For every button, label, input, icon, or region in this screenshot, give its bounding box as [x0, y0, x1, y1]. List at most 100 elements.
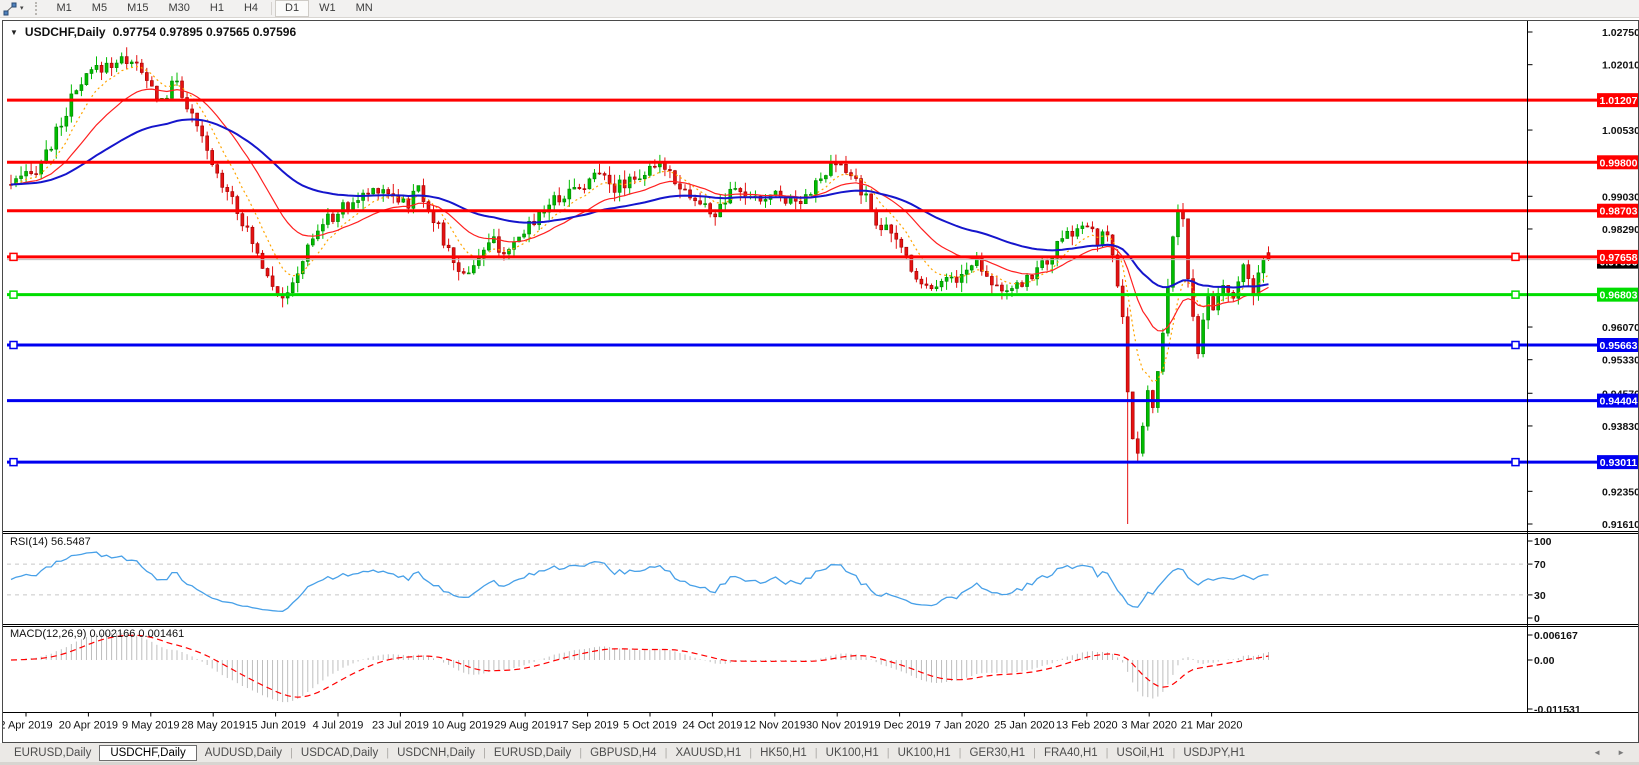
chart-title: ▼ USDCHF,Daily 0.97754 0.97895 0.97565 0… — [10, 25, 296, 39]
date-tick-label: 25 Jan 2020 — [994, 720, 1055, 732]
macd-indicator-label: MACD(12,26,9) 0.002166 0.001461 — [10, 628, 184, 640]
date-tick-label: 5 Oct 2019 — [623, 720, 677, 732]
price-tick-label: 0.91610 — [1602, 519, 1638, 531]
tab-eurusd-daily[interactable]: EURUSD,Daily — [486, 745, 579, 761]
ma-8-line — [11, 67, 1269, 382]
price-tick-label: 0.98290 — [1602, 224, 1638, 236]
chevron-down-icon: ▾ — [20, 1, 24, 16]
date-tick-label: 24 Oct 2019 — [682, 720, 742, 732]
timeframe-button-m5[interactable]: M5 — [82, 0, 117, 17]
line-handle[interactable] — [1512, 291, 1519, 298]
svg-text:0.93011: 0.93011 — [1600, 457, 1638, 469]
date-tick-label: 21 Mar 2020 — [1181, 720, 1243, 732]
mt4-platform: { "toolbar": { "line_studies_icon": "lin… — [0, 0, 1639, 765]
tab-uk100-h1[interactable]: UK100,H1 — [890, 745, 959, 761]
timeframe-button-w1[interactable]: W1 — [309, 0, 346, 17]
tab-audusd-daily[interactable]: AUDUSD,Daily — [197, 745, 290, 761]
date-tick-label: 13 Feb 2020 — [1056, 720, 1118, 732]
chart-ohlc-values: 0.97754 0.97895 0.97565 0.97596 — [113, 25, 297, 39]
tab-ger30-h1[interactable]: GER30,H1 — [962, 745, 1034, 761]
date-tick-label: 23 Jul 2019 — [372, 720, 429, 732]
date-tick-label: 20 Apr 2019 — [59, 720, 118, 732]
timeframe-button-m15[interactable]: M15 — [117, 0, 158, 17]
date-tick-label: 30 Nov 2019 — [806, 720, 868, 732]
line-handle[interactable] — [10, 291, 17, 298]
svg-text:1.01207: 1.01207 — [1600, 95, 1638, 107]
tab-eurusd-daily[interactable]: EURUSD,Daily — [6, 745, 99, 761]
tab-uk100-h1[interactable]: UK100,H1 — [818, 745, 887, 761]
chart-tabs: EURUSD,DailyUSDCHF,DailyAUDUSD,Daily|USD… — [0, 743, 1593, 762]
macd-tick-label: -0.011531 — [1534, 704, 1581, 716]
chart-dropdown-icon[interactable]: ▼ — [10, 28, 18, 37]
line-studies-icon[interactable]: ▾ — [0, 1, 30, 16]
date-tick-label: 17 Sep 2019 — [556, 720, 618, 732]
rsi-tick-label: 100 — [1534, 536, 1552, 548]
line-handle[interactable] — [10, 341, 17, 348]
date-tick-label: 10 Aug 2019 — [432, 720, 494, 732]
moving-averages — [11, 67, 1269, 382]
macd-panel: 0.006167 0.00 -0.011531 — [11, 630, 1581, 716]
price-tick-label: 1.02750 — [1602, 27, 1638, 39]
panel-frames — [3, 21, 1638, 713]
tab-usdchf-daily[interactable]: USDCHF,Daily — [99, 745, 196, 761]
svg-text:0.97658: 0.97658 — [1600, 252, 1638, 264]
price-tick-label: 0.95330 — [1602, 355, 1638, 367]
tabs-scroll-right-icon[interactable]: ► — [1617, 748, 1625, 757]
timeframe-button-h4[interactable]: H4 — [234, 0, 268, 17]
chart-canvas[interactable]: 1.027501.020101.005300.990300.982900.960… — [3, 21, 1638, 742]
date-tick-label: 2 Apr 2019 — [3, 720, 53, 732]
tab-scroll-arrows: ◄ ► — [1593, 748, 1639, 757]
line-handle[interactable] — [1512, 253, 1519, 260]
tab-xauusd-h1[interactable]: XAUUSD,H1 — [667, 745, 749, 761]
price-tick-label: 0.93830 — [1602, 421, 1638, 433]
svg-text:0.94404: 0.94404 — [1600, 396, 1638, 408]
tabs-scroll-left-icon[interactable]: ◄ — [1593, 748, 1601, 757]
rsi-line — [11, 552, 1269, 611]
date-tick-label: 4 Jul 2019 — [313, 720, 364, 732]
price-tick-label: 0.92350 — [1602, 486, 1638, 498]
macd-tick-label: 0.00 — [1534, 655, 1555, 667]
price-tick-label: 1.00530 — [1602, 125, 1638, 137]
timeframe-button-m1[interactable]: M1 — [47, 0, 82, 17]
tab-gbpusd-h4[interactable]: GBPUSD,H4 — [582, 745, 664, 761]
line-handle[interactable] — [1512, 459, 1519, 466]
line-handle[interactable] — [10, 253, 17, 260]
line-handle[interactable] — [10, 459, 17, 466]
svg-text:0.99800: 0.99800 — [1600, 157, 1638, 169]
date-tick-label: 29 Aug 2019 — [494, 720, 556, 732]
price-tick-label: 0.96070 — [1602, 322, 1638, 334]
timeframe-button-mn[interactable]: MN — [346, 0, 383, 17]
tab-hk50-h1[interactable]: HK50,H1 — [752, 745, 815, 761]
tab-fra40-h1[interactable]: FRA40,H1 — [1036, 745, 1106, 761]
date-tick-label: 9 May 2019 — [122, 720, 179, 732]
line-handle[interactable] — [1512, 341, 1519, 348]
date-tick-label: 12 Nov 2019 — [744, 720, 806, 732]
ma-55-line — [11, 119, 1269, 287]
timeframe-button-d1[interactable]: D1 — [275, 0, 309, 17]
date-tick-label: 28 May 2019 — [181, 720, 245, 732]
chart-window: 1.027501.020101.005300.990300.982900.960… — [2, 20, 1639, 743]
line-studies-glyph — [2, 2, 18, 16]
rsi-indicator-label: RSI(14) 56.5487 — [10, 536, 91, 548]
tab-usdcad-daily[interactable]: USDCAD,Daily — [293, 745, 386, 761]
toolbar-separator — [271, 2, 272, 15]
date-tick-label: 15 Jun 2019 — [245, 720, 306, 732]
tab-usdcnh-daily[interactable]: USDCNH,Daily — [389, 745, 483, 761]
timeframe-button-m30[interactable]: M30 — [158, 0, 199, 17]
date-tick-label: 3 Mar 2020 — [1121, 720, 1177, 732]
timeframe-button-h1[interactable]: H1 — [200, 0, 234, 17]
macd-tick-label: 0.006167 — [1534, 630, 1578, 642]
price-tick-label: 1.02010 — [1602, 60, 1638, 72]
tab-usoil-h1[interactable]: USOil,H1 — [1109, 745, 1173, 761]
rsi-tick-label: 0 — [1534, 613, 1540, 625]
date-tick-label: 19 Dec 2019 — [868, 720, 930, 732]
top-toolbar: ▾ M1M5M15M30H1H4 D1W1MN — [0, 0, 1639, 18]
date-tick-label: 7 Jan 2020 — [935, 720, 989, 732]
rsi-tick-label: 30 — [1534, 590, 1546, 602]
tab-usdjpy-h1[interactable]: USDJPY,H1 — [1175, 745, 1253, 761]
svg-text:0.96803: 0.96803 — [1600, 290, 1638, 302]
rsi-panel: 10070300 — [7, 536, 1552, 625]
svg-text:0.98703: 0.98703 — [1600, 206, 1638, 218]
date-axis: 2 Apr 2019 20 Apr 2019 9 May 201928 May 20… — [3, 713, 1242, 732]
chart-tab-bar: EURUSD,DailyUSDCHF,DailyAUDUSD,Daily|USD… — [0, 743, 1639, 763]
